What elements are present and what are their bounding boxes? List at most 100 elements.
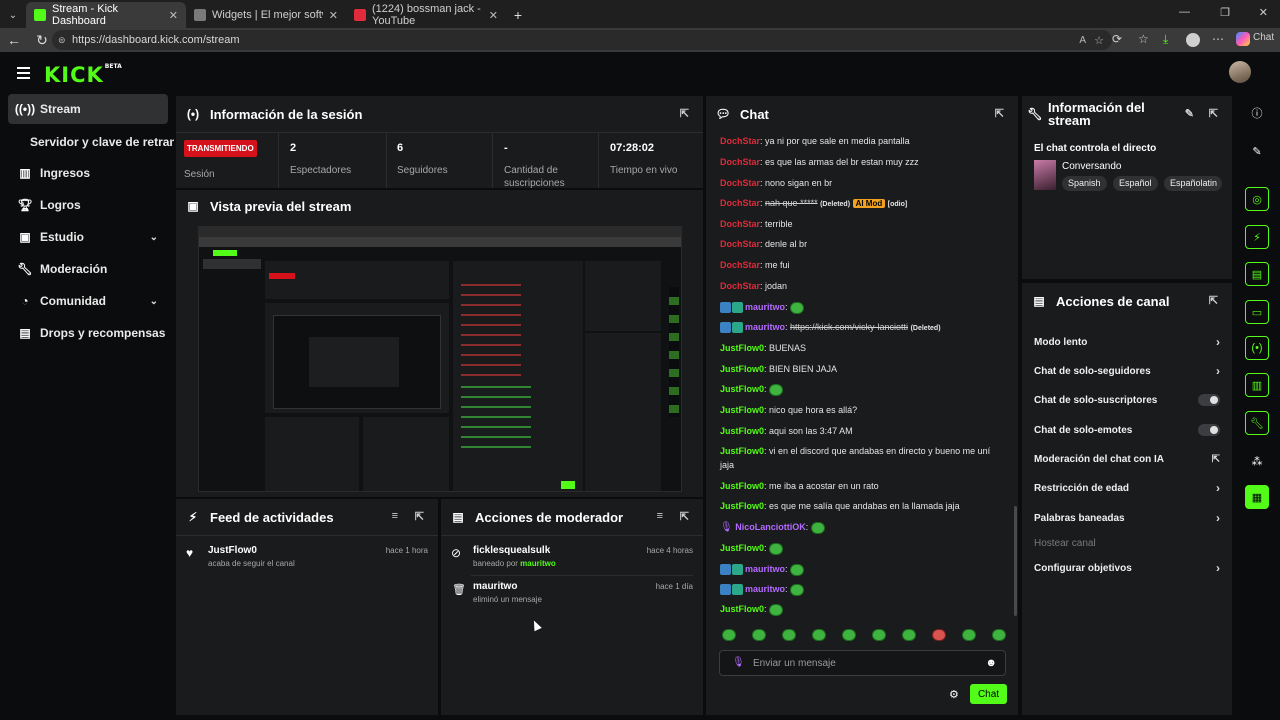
emote-icon[interactable] bbox=[722, 629, 736, 641]
popout-icon[interactable]: ⇱ bbox=[415, 510, 424, 523]
ai-mod-badge: AI Mod bbox=[852, 199, 886, 208]
emotes-only-toggle[interactable] bbox=[1198, 424, 1220, 436]
action-banned-words[interactable]: Palabras baneadas › bbox=[1034, 508, 1220, 528]
kick-logo[interactable]: KICKBETA bbox=[44, 63, 122, 87]
close-icon[interactable]: ✕ bbox=[169, 9, 178, 22]
address-input[interactable]: ⊜ https://dashboard.kick.com/stream A ☆ bbox=[52, 30, 1112, 50]
emote-icon[interactable] bbox=[992, 629, 1006, 641]
send-chat-button[interactable]: Chat bbox=[970, 684, 1007, 704]
moderator-badge-icon bbox=[720, 564, 731, 576]
document-icon[interactable]: ▤ bbox=[1245, 262, 1269, 286]
emote-icon[interactable] bbox=[962, 629, 976, 641]
action-ai-moderation[interactable]: Moderación del chat con IA ⇱ bbox=[1034, 449, 1220, 469]
minimize-icon[interactable]: — bbox=[1179, 6, 1190, 18]
window-close-icon[interactable]: ✕ bbox=[1259, 6, 1268, 19]
community-icon[interactable]: ⁂ bbox=[1245, 449, 1269, 473]
action-age-restriction[interactable]: Restricción de edad › bbox=[1034, 478, 1220, 498]
favorites-icon[interactable]: ☆ bbox=[1138, 32, 1149, 46]
maximize-icon[interactable]: ❐ bbox=[1220, 6, 1230, 19]
studio-icon: ▣ bbox=[19, 230, 31, 244]
emote-icon[interactable] bbox=[782, 629, 796, 641]
sidebar-item-comunidad[interactable]: ◔ Comunidad ⌄ bbox=[8, 286, 168, 316]
microphone-icon: 🎙︎ bbox=[720, 522, 733, 533]
hamburger-menu-icon[interactable] bbox=[17, 67, 30, 79]
sidebar-item-stream[interactable]: ((•)) Stream bbox=[8, 94, 168, 124]
lightning-icon[interactable]: ⚡︎ bbox=[1245, 225, 1269, 249]
info-icon[interactable]: ⓘ bbox=[1245, 101, 1269, 125]
feed-action: acaba de seguir el canal bbox=[208, 559, 295, 568]
feed-user[interactable]: JustFlow0 bbox=[208, 545, 257, 556]
action-subscribers-only[interactable]: Chat de solo-suscriptores bbox=[1034, 390, 1220, 410]
subscribers-only-toggle[interactable] bbox=[1198, 394, 1220, 406]
chat-input[interactable]: 🎙︎ Enviar un mensaje ☻ bbox=[719, 650, 1006, 676]
emote-icon[interactable] bbox=[932, 629, 946, 641]
filter-icon[interactable]: ≡ bbox=[392, 510, 398, 522]
wrench-icon[interactable]: 🔧︎ bbox=[1245, 411, 1269, 435]
tab-youtube[interactable]: (1224) bossman jack - YouTube ✕ bbox=[346, 2, 506, 28]
broadcast-icon: (•) bbox=[186, 107, 200, 121]
mod-target-user[interactable]: mauritwo bbox=[473, 581, 517, 592]
favorite-star-icon[interactable]: ☆ bbox=[1094, 34, 1104, 47]
action-followers-only[interactable]: Chat de solo-seguidores › bbox=[1034, 361, 1220, 381]
action-emotes-only[interactable]: Chat de solo-emotes bbox=[1034, 420, 1220, 440]
sidebar-item-logros[interactable]: 🏆︎ Logros bbox=[8, 190, 168, 220]
emote-icon[interactable] bbox=[842, 629, 856, 641]
emote-icon[interactable] bbox=[812, 629, 826, 641]
sidebar-item-moderacion[interactable]: 🔧︎ Moderación bbox=[8, 254, 168, 284]
frog-emote-icon bbox=[790, 563, 805, 576]
action-slow-mode[interactable]: Modo lento › bbox=[1034, 332, 1220, 352]
tab-widgets[interactable]: Widgets | El mejor software para ✕ bbox=[186, 2, 346, 28]
chat-header: 💬︎ Chat ⇱ bbox=[706, 96, 1018, 132]
popout-icon[interactable]: ⇱ bbox=[680, 107, 689, 120]
stream-info-panel: 🔧︎ Información del stream ✎ ⇱ El chat co… bbox=[1022, 96, 1232, 279]
new-tab-icon[interactable]: + bbox=[506, 2, 530, 28]
sidebar-item-stream-key[interactable]: Servidor y clave de retransmisión bbox=[30, 127, 174, 157]
microphone-icon[interactable]: 🎙︎ bbox=[732, 657, 745, 668]
scan-icon[interactable]: ◎ bbox=[1245, 187, 1269, 211]
channel-icon: ▤ bbox=[1033, 294, 1045, 308]
popout-icon[interactable]: ⇱ bbox=[680, 510, 689, 523]
chat-message: JustFlow0: bbox=[720, 602, 1000, 616]
download-icon[interactable]: ⤓ bbox=[1163, 32, 1168, 47]
mod-target-user[interactable]: ficklesquealsulk bbox=[473, 545, 550, 556]
user-avatar[interactable] bbox=[1229, 61, 1251, 83]
sidebar-item-label: Comunidad bbox=[40, 294, 106, 308]
more-menu-icon[interactable]: ⋯ bbox=[1212, 32, 1224, 46]
emote-icon[interactable] bbox=[872, 629, 886, 641]
channel-icon[interactable]: ▥ bbox=[1245, 373, 1269, 397]
mod-by-user[interactable]: mauritwo bbox=[520, 559, 556, 568]
sidebar-item-estudio[interactable]: ▣ Estudio ⌄ bbox=[8, 222, 168, 252]
copilot-label[interactable]: Chat bbox=[1253, 32, 1274, 43]
emoji-picker-icon[interactable]: ☻ bbox=[985, 657, 997, 669]
stream-category: Conversando bbox=[1062, 161, 1122, 172]
channel-actions-header: ▤ Acciones de canal ⇱ bbox=[1022, 283, 1232, 319]
sidebar-item-drops[interactable]: ▤ Drops y recompensas bbox=[8, 318, 168, 348]
copilot-icon[interactable] bbox=[1236, 32, 1250, 46]
sidebar-item-ingresos[interactable]: ▥ Ingresos bbox=[8, 158, 168, 188]
emote-icon[interactable] bbox=[752, 629, 766, 641]
chevron-right-icon: › bbox=[1216, 561, 1220, 575]
tab-kick-dashboard[interactable]: Stream - Kick Dashboard ✕ bbox=[26, 2, 186, 28]
broadcast-icon[interactable]: (•) bbox=[1245, 336, 1269, 360]
edit-pencil-icon[interactable]: ✎ bbox=[1185, 107, 1194, 120]
stream-preview-video[interactable] bbox=[198, 226, 682, 492]
extensions-icon[interactable]: ⟳ bbox=[1112, 32, 1122, 46]
popout-icon[interactable]: ⇱ bbox=[1209, 107, 1218, 120]
popout-icon[interactable]: ⇱ bbox=[995, 107, 1004, 120]
tab-list-icon[interactable]: ⌄ bbox=[0, 2, 26, 28]
popout-icon[interactable]: ⇱ bbox=[1209, 294, 1218, 307]
clapperboard-icon[interactable]: ▦ bbox=[1245, 485, 1269, 509]
emote-icon[interactable] bbox=[902, 629, 916, 641]
edit-pencil-icon[interactable]: ✎ bbox=[1245, 139, 1269, 163]
chat-bubble-icon[interactable]: ▭ bbox=[1245, 300, 1269, 324]
chat-scrollbar[interactable] bbox=[1014, 506, 1017, 616]
gear-icon[interactable]: ⚙︎ bbox=[949, 688, 959, 701]
read-aloud-icon[interactable]: A bbox=[1079, 35, 1086, 46]
action-configure-goals[interactable]: Configurar objetivos › bbox=[1034, 558, 1220, 578]
site-info-icon[interactable]: ⊜ bbox=[58, 35, 66, 46]
profile-avatar-icon[interactable] bbox=[1186, 33, 1200, 47]
close-icon[interactable]: ✕ bbox=[489, 9, 498, 22]
back-icon[interactable]: ← bbox=[0, 32, 28, 48]
close-icon[interactable]: ✕ bbox=[329, 9, 338, 22]
filter-icon[interactable]: ≡ bbox=[657, 510, 663, 522]
